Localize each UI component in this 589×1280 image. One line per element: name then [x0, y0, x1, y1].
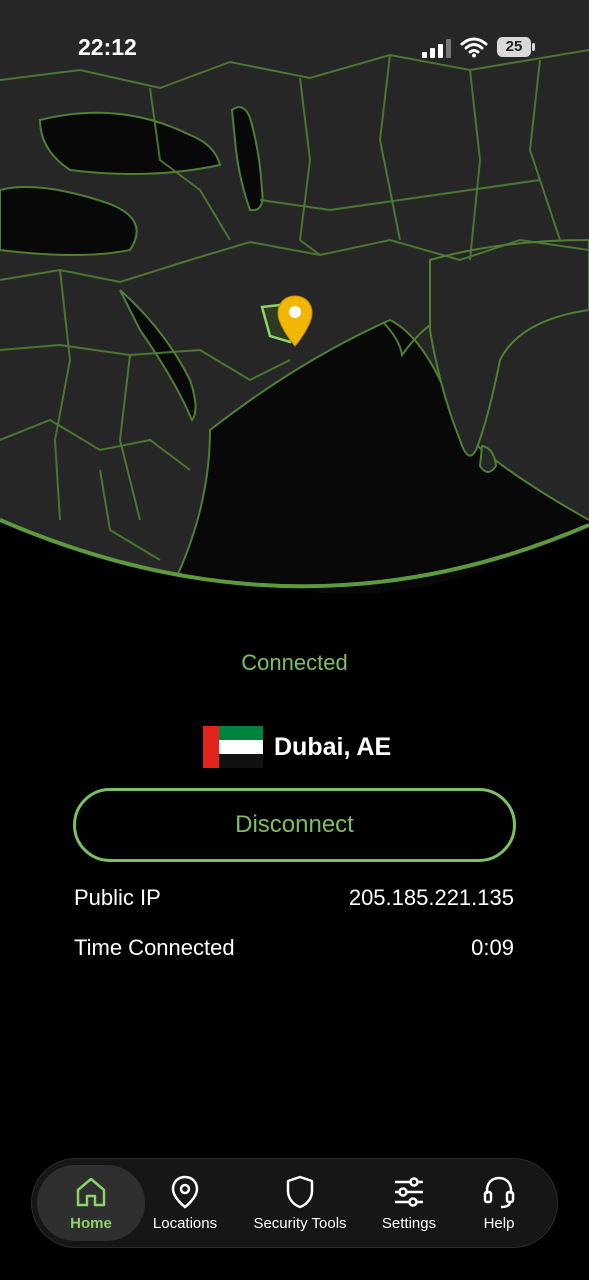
location-pin-marker [277, 295, 313, 347]
tab-help[interactable]: Help [469, 1159, 529, 1247]
tab-security-tools-label: Security Tools [253, 1215, 347, 1232]
tab-home[interactable]: Home [37, 1165, 145, 1241]
tab-locations[interactable]: Locations [147, 1159, 223, 1247]
disconnect-button[interactable]: Disconnect [73, 788, 516, 862]
server-location[interactable]: Dubai, AE [203, 726, 391, 768]
public-ip-value: 205.185.221.135 [348, 885, 514, 910]
connection-status: Connected [241, 650, 348, 675]
tab-help-label: Help [483, 1215, 515, 1232]
location-name: Dubai, AE [274, 732, 392, 761]
status-bar: 22:12 25 [0, 0, 589, 90]
cellular-signal-icon [422, 39, 451, 58]
time-connected-value: 0:09 [471, 935, 514, 960]
time-connected-label: Time Connected [74, 935, 235, 960]
public-ip-label: Public IP [74, 885, 161, 910]
sliders-icon [395, 1177, 423, 1207]
tab-locations-label: Locations [152, 1215, 218, 1232]
headset-icon [483, 1176, 515, 1209]
battery-level: 25 [505, 38, 523, 55]
time-connected-row: Time Connected 0:09 [74, 935, 514, 961]
tab-settings[interactable]: Settings [374, 1159, 444, 1247]
wifi-icon [460, 37, 488, 58]
home-icon [76, 1177, 106, 1207]
tab-settings-label: Settings [381, 1215, 437, 1232]
tab-bar: Home Locations Security Tools Settings H… [31, 1158, 558, 1248]
disconnect-label: Disconnect [235, 811, 354, 838]
uae-flag-icon [203, 726, 263, 768]
public-ip-row: Public IP 205.185.221.135 [74, 885, 514, 911]
tab-home-label: Home [70, 1215, 112, 1232]
tab-security-tools[interactable]: Security Tools [242, 1159, 358, 1247]
status-time: 22:12 [78, 34, 137, 60]
shield-icon [286, 1175, 314, 1209]
location-pin-icon [171, 1175, 199, 1209]
